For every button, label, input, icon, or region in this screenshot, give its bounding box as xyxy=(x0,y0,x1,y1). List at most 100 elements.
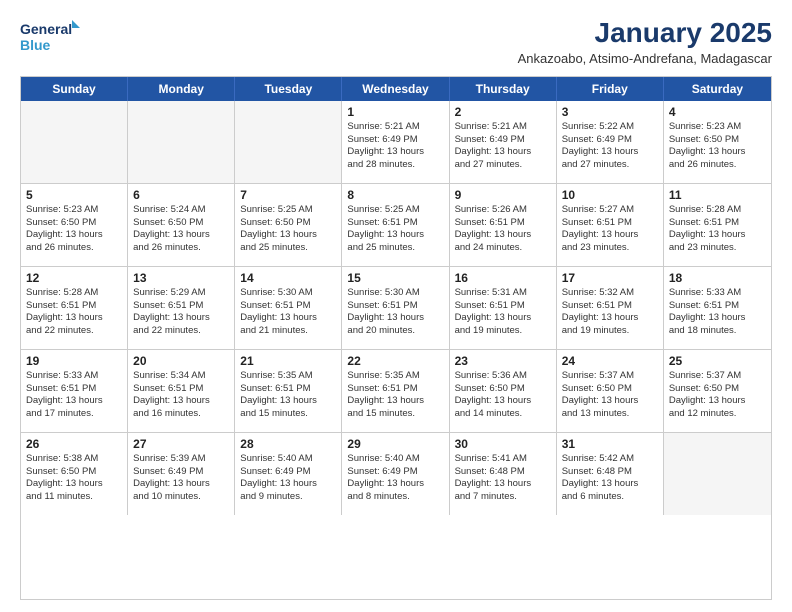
day-info: Sunrise: 5:28 AMSunset: 6:51 PMDaylight:… xyxy=(26,287,122,338)
calendar-row: 26 Sunrise: 5:38 AMSunset: 6:50 PMDayligh… xyxy=(21,433,771,515)
calendar-cell: 29 Sunrise: 5:40 AMSunset: 6:49 PMDayligh… xyxy=(342,433,449,515)
day-number: 29 xyxy=(347,437,443,451)
day-number: 22 xyxy=(347,354,443,368)
day-info: Sunrise: 5:21 AMSunset: 6:49 PMDaylight:… xyxy=(347,121,443,172)
calendar-cell: 6Sunrise: 5:24 AMSunset: 6:50 PMDaylight… xyxy=(128,184,235,266)
day-number: 8 xyxy=(347,188,443,202)
calendar-cell: 31 Sunrise: 5:42 AMSunset: 6:48 PMDayligh… xyxy=(557,433,664,515)
calendar-cell xyxy=(128,101,235,183)
location: Ankazoabo, Atsimo-Andrefana, Madagascar xyxy=(518,51,772,66)
calendar-cell: 10Sunrise: 5:27 AMSunset: 6:51 PMDayligh… xyxy=(557,184,664,266)
page: General Blue January 2025 Ankazoabo, Ats… xyxy=(0,0,792,612)
day-number: 20 xyxy=(133,354,229,368)
day-info: Sunrise: 5:36 AMSunset: 6:50 PMDaylight:… xyxy=(455,370,551,421)
day-info: Sunrise: 5:37 AMSunset: 6:50 PMDaylight:… xyxy=(562,370,658,421)
calendar-cell: 28Sunrise: 5:40 AMSunset: 6:49 PMDayligh… xyxy=(235,433,342,515)
day-info: Sunrise: 5:35 AMSunset: 6:51 PMDaylight:… xyxy=(240,370,336,421)
day-number: 30 xyxy=(455,437,551,451)
day-info: Sunrise: 5:39 AMSunset: 6:49 PMDaylight:… xyxy=(133,453,229,504)
calendar-row: 19 Sunrise: 5:33 AMSunset: 6:51 PMDayligh… xyxy=(21,350,771,433)
day-info: Sunrise: 5:25 AMSunset: 6:50 PMDaylight:… xyxy=(240,204,336,255)
calendar-cell: 4Sunrise: 5:23 AMSunset: 6:50 PMDaylight… xyxy=(664,101,771,183)
day-number: 26 xyxy=(26,437,122,451)
calendar-cell: 23 Sunrise: 5:36 AMSunset: 6:50 PMDayligh… xyxy=(450,350,557,432)
day-number: 16 xyxy=(455,271,551,285)
calendar-cell: 13Sunrise: 5:29 AMSunset: 6:51 PMDayligh… xyxy=(128,267,235,349)
day-info: Sunrise: 5:32 AMSunset: 6:51 PMDaylight:… xyxy=(562,287,658,338)
calendar-cell: 3Sunrise: 5:22 AMSunset: 6:49 PMDaylight… xyxy=(557,101,664,183)
weekday-header: Thursday xyxy=(450,77,557,101)
weekday-header: Saturday xyxy=(664,77,771,101)
day-number: 4 xyxy=(669,105,766,119)
day-info: Sunrise: 5:33 AMSunset: 6:51 PMDaylight:… xyxy=(669,287,766,338)
calendar-cell: 11Sunrise: 5:28 AMSunset: 6:51 PMDayligh… xyxy=(664,184,771,266)
month-title: January 2025 xyxy=(518,18,772,49)
calendar-cell: 22 Sunrise: 5:35 AMSunset: 6:51 PMDayligh… xyxy=(342,350,449,432)
calendar-cell: 16 Sunrise: 5:31 AMSunset: 6:51 PMDayligh… xyxy=(450,267,557,349)
day-info: Sunrise: 5:35 AMSunset: 6:51 PMDaylight:… xyxy=(347,370,443,421)
day-number: 5 xyxy=(26,188,122,202)
day-number: 9 xyxy=(455,188,551,202)
day-info: Sunrise: 5:31 AMSunset: 6:51 PMDaylight:… xyxy=(455,287,551,338)
day-info: Sunrise: 5:24 AMSunset: 6:50 PMDaylight:… xyxy=(133,204,229,255)
logo-svg: General Blue xyxy=(20,18,80,56)
logo: General Blue xyxy=(20,18,80,56)
day-info: Sunrise: 5:38 AMSunset: 6:50 PMDaylight:… xyxy=(26,453,122,504)
day-number: 15 xyxy=(347,271,443,285)
calendar-cell: 17 Sunrise: 5:32 AMSunset: 6:51 PMDayligh… xyxy=(557,267,664,349)
day-number: 23 xyxy=(455,354,551,368)
day-number: 17 xyxy=(562,271,658,285)
calendar-cell: 24Sunrise: 5:37 AMSunset: 6:50 PMDayligh… xyxy=(557,350,664,432)
day-number: 27 xyxy=(133,437,229,451)
calendar-cell: 15 Sunrise: 5:30 AMSunset: 6:51 PMDayligh… xyxy=(342,267,449,349)
calendar-cell: 12Sunrise: 5:28 AMSunset: 6:51 PMDayligh… xyxy=(21,267,128,349)
calendar: SundayMondayTuesdayWednesdayThursdayFrid… xyxy=(20,76,772,600)
calendar-header: SundayMondayTuesdayWednesdayThursdayFrid… xyxy=(21,77,771,101)
calendar-cell: 7 Sunrise: 5:25 AMSunset: 6:50 PMDaylight… xyxy=(235,184,342,266)
day-info: Sunrise: 5:40 AMSunset: 6:49 PMDaylight:… xyxy=(240,453,336,504)
day-number: 1 xyxy=(347,105,443,119)
calendar-cell xyxy=(21,101,128,183)
weekday-header: Monday xyxy=(128,77,235,101)
day-info: Sunrise: 5:25 AMSunset: 6:51 PMDaylight:… xyxy=(347,204,443,255)
weekday-header: Friday xyxy=(557,77,664,101)
calendar-cell: 8 Sunrise: 5:25 AMSunset: 6:51 PMDaylight… xyxy=(342,184,449,266)
calendar-cell: 2 Sunrise: 5:21 AMSunset: 6:49 PMDaylight… xyxy=(450,101,557,183)
calendar-cell xyxy=(664,433,771,515)
day-info: Sunrise: 5:34 AMSunset: 6:51 PMDaylight:… xyxy=(133,370,229,421)
day-info: Sunrise: 5:28 AMSunset: 6:51 PMDaylight:… xyxy=(669,204,766,255)
day-info: Sunrise: 5:40 AMSunset: 6:49 PMDaylight:… xyxy=(347,453,443,504)
calendar-cell: 5 Sunrise: 5:23 AMSunset: 6:50 PMDaylight… xyxy=(21,184,128,266)
calendar-cell: 30Sunrise: 5:41 AMSunset: 6:48 PMDayligh… xyxy=(450,433,557,515)
day-number: 21 xyxy=(240,354,336,368)
day-number: 31 xyxy=(562,437,658,451)
day-info: Sunrise: 5:33 AMSunset: 6:51 PMDaylight:… xyxy=(26,370,122,421)
title-area: January 2025 Ankazoabo, Atsimo-Andrefana… xyxy=(518,18,772,66)
day-number: 2 xyxy=(455,105,551,119)
day-info: Sunrise: 5:30 AMSunset: 6:51 PMDaylight:… xyxy=(347,287,443,338)
calendar-cell: 27 Sunrise: 5:39 AMSunset: 6:49 PMDayligh… xyxy=(128,433,235,515)
day-number: 25 xyxy=(669,354,766,368)
weekday-header: Tuesday xyxy=(235,77,342,101)
day-number: 19 xyxy=(26,354,122,368)
calendar-cell: 21 Sunrise: 5:35 AMSunset: 6:51 PMDayligh… xyxy=(235,350,342,432)
calendar-cell: 14 Sunrise: 5:30 AMSunset: 6:51 PMDayligh… xyxy=(235,267,342,349)
calendar-row: 5 Sunrise: 5:23 AMSunset: 6:50 PMDaylight… xyxy=(21,184,771,267)
day-number: 3 xyxy=(562,105,658,119)
day-info: Sunrise: 5:21 AMSunset: 6:49 PMDaylight:… xyxy=(455,121,551,172)
day-number: 14 xyxy=(240,271,336,285)
header: General Blue January 2025 Ankazoabo, Ats… xyxy=(20,18,772,66)
day-info: Sunrise: 5:23 AMSunset: 6:50 PMDaylight:… xyxy=(26,204,122,255)
svg-text:Blue: Blue xyxy=(20,37,51,53)
day-info: Sunrise: 5:26 AMSunset: 6:51 PMDaylight:… xyxy=(455,204,551,255)
calendar-cell: 1 Sunrise: 5:21 AMSunset: 6:49 PMDaylight… xyxy=(342,101,449,183)
weekday-header: Sunday xyxy=(21,77,128,101)
day-number: 7 xyxy=(240,188,336,202)
calendar-cell: 18Sunrise: 5:33 AMSunset: 6:51 PMDayligh… xyxy=(664,267,771,349)
calendar-row: 12Sunrise: 5:28 AMSunset: 6:51 PMDayligh… xyxy=(21,267,771,350)
calendar-cell: 25 Sunrise: 5:37 AMSunset: 6:50 PMDayligh… xyxy=(664,350,771,432)
day-info: Sunrise: 5:42 AMSunset: 6:48 PMDaylight:… xyxy=(562,453,658,504)
day-info: Sunrise: 5:29 AMSunset: 6:51 PMDaylight:… xyxy=(133,287,229,338)
day-info: Sunrise: 5:30 AMSunset: 6:51 PMDaylight:… xyxy=(240,287,336,338)
day-info: Sunrise: 5:37 AMSunset: 6:50 PMDaylight:… xyxy=(669,370,766,421)
